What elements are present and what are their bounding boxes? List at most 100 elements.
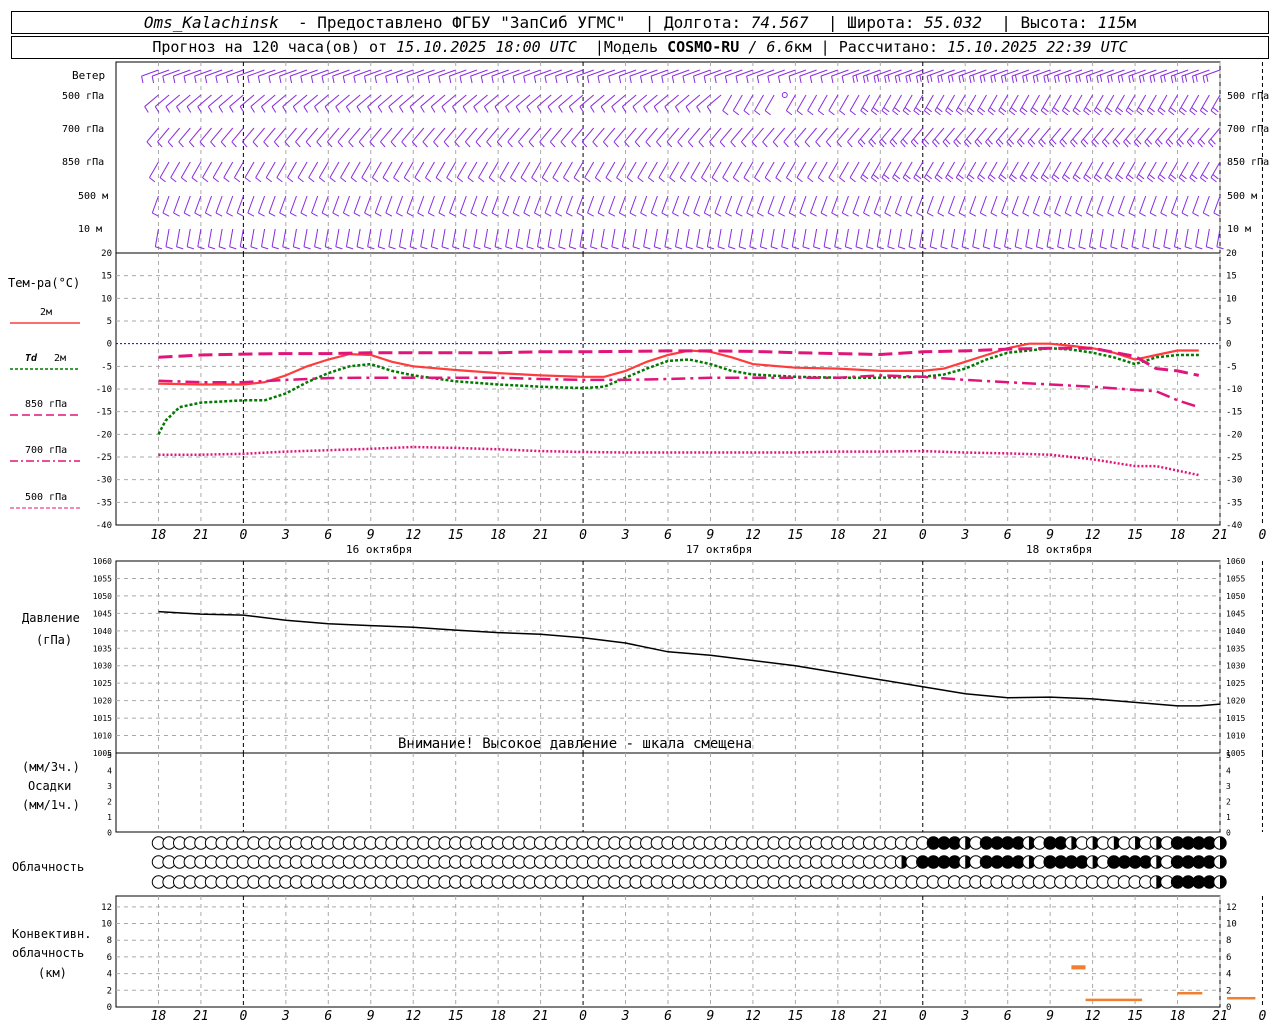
wind-barb-flag (936, 174, 943, 180)
wind-barb-shaft (165, 94, 181, 107)
wind-barb-shaft (499, 161, 510, 178)
wind-barb-shaft (828, 161, 839, 178)
wind-barb-shaft (804, 127, 817, 143)
pressure-tick-right: 1035 (1226, 644, 1245, 653)
wind-barb-shaft (982, 228, 987, 247)
wind-barb-flag (972, 74, 975, 82)
wind-barb-flag (215, 76, 218, 84)
wind-barb-flag (1061, 138, 1068, 145)
wind-barb-shaft (263, 127, 276, 143)
wind-barb-flag (1163, 74, 1166, 82)
wind-barb-flag (1032, 76, 1036, 84)
wind-barb-flag (881, 138, 887, 145)
wind-barb-shaft (634, 127, 648, 143)
wind-barb-shaft (563, 161, 573, 178)
legend-2m-label: 2м (40, 307, 52, 318)
wind-barb-shaft (783, 127, 796, 143)
wind-barb-shaft (303, 94, 319, 107)
wind-barb-flag (1000, 107, 1007, 113)
wind-barb-flag (172, 76, 176, 84)
wind-barb-shaft (467, 161, 478, 178)
wind-barb-flag (902, 177, 909, 183)
conv-tick-right: 4 (1226, 970, 1231, 980)
wind-barb-flag (915, 76, 919, 84)
wind-barb-flag (1107, 76, 1110, 84)
wind-barb-shaft (1125, 161, 1136, 178)
wind-barb-shaft (1072, 161, 1083, 178)
wind-barb-shaft (860, 161, 871, 178)
wind-barb-flag (775, 177, 782, 183)
wind-barb-shaft (1160, 195, 1168, 214)
conv-tick-right: 8 (1226, 936, 1231, 946)
wind-barb-flag (176, 246, 184, 250)
wind-barb-shaft (265, 161, 276, 178)
wind-barb-flag (995, 141, 1002, 148)
x-tick-label-bottom: 3 (281, 1009, 290, 1024)
wind-barb-flag (786, 177, 793, 183)
wind-barb-flag (1171, 212, 1178, 217)
wind-barb-flag (1070, 141, 1076, 148)
wind-barb-flag (786, 110, 793, 116)
wind-barb-flag (563, 177, 570, 183)
wind-barb-flag (690, 177, 697, 183)
precip-tick-right: 2 (1226, 797, 1231, 806)
wind-barb-shaft (515, 228, 520, 247)
wind-barb-shaft (706, 94, 722, 107)
wind-barb-shaft (1030, 161, 1040, 178)
wind-barb-shaft (1104, 94, 1115, 111)
wind-barb-shaft (687, 127, 701, 143)
wind-barb-shaft (284, 127, 297, 143)
wind-barb-flag (894, 76, 898, 84)
wind-barb-flag (1016, 141, 1023, 148)
wind-barb-flag (966, 138, 972, 145)
wind-barb-shaft (1199, 161, 1210, 178)
wind-barb-flag (348, 141, 354, 148)
wind-barb-flag (1080, 141, 1087, 148)
wind-barb-shaft (905, 195, 913, 214)
wind-barb-shaft (868, 127, 881, 143)
wind-barb-flag (531, 177, 538, 183)
wind-barb-flag (1195, 74, 1198, 82)
wind-barb-shaft (454, 127, 467, 143)
wind-barb-shaft (314, 94, 329, 107)
wind-barb-flag (1142, 74, 1145, 82)
wind-barb-flag (1072, 138, 1078, 145)
wind-barb-shaft (536, 228, 542, 247)
wind-barb-flag (459, 76, 462, 84)
wind-barb-flag (340, 177, 347, 183)
wind-barb-shaft (677, 127, 690, 143)
wind-barb-flag (1189, 110, 1196, 116)
wind-barb-flag (1181, 76, 1184, 84)
wind-barb-flag (932, 141, 938, 148)
wind-barb-flag (799, 76, 802, 84)
wind-barb-shaft (926, 195, 934, 214)
wind-barb-flag (597, 76, 600, 84)
wind-barb-flag (295, 141, 301, 148)
wind-barb-flag (977, 177, 984, 183)
wind-barb-flag (820, 76, 823, 84)
wind-barb-flag (687, 141, 694, 148)
x-tick-label-bottom: 3 (960, 1009, 969, 1024)
wind-barb-flag (541, 177, 549, 183)
wind-barb-flag (936, 107, 943, 113)
wind-barb-flag (276, 177, 283, 183)
wind-barb-shaft (1078, 228, 1083, 247)
wind-barb-shaft (613, 127, 626, 143)
wind-barb-shaft (945, 94, 956, 111)
wind-barb-flag (945, 110, 952, 116)
wind-barb-flag (1165, 141, 1172, 148)
wind-barb-shaft (923, 161, 934, 178)
pressure-tick-right: 1045 (1226, 609, 1245, 618)
wind-barb-shaft (568, 94, 584, 107)
x-tick-label-mid: 9 (1046, 528, 1054, 543)
temp-tick-right: 5 (1226, 317, 1231, 327)
wind-barb-flag (234, 177, 241, 183)
wind-barb-flag (883, 107, 890, 113)
wind-barb-shaft (364, 195, 372, 214)
wind-barb-shaft (1152, 228, 1157, 247)
wind-barb-flag (1200, 177, 1207, 183)
wind-barb-flag (661, 212, 669, 217)
wind-barb-flag (261, 246, 269, 250)
wind-barb-shaft (940, 228, 945, 247)
wind-barb-shaft (356, 228, 361, 247)
